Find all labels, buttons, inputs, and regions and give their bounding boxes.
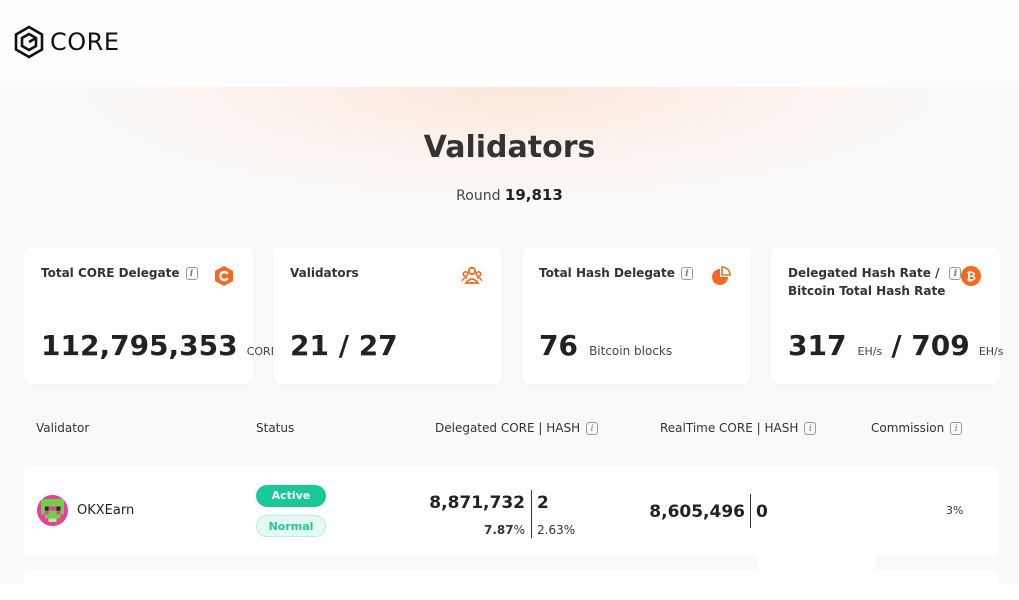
info-icon[interactable]: i xyxy=(586,422,599,435)
total-hash-rate-unit: EH/s xyxy=(978,345,1004,358)
svg-text:₿: ₿ xyxy=(966,270,976,284)
hash-rate-unit: EH/s xyxy=(857,345,883,358)
header-realtime[interactable]: RealTime CORE | HASH i xyxy=(660,421,817,435)
delegated-hash-value: 2 xyxy=(537,493,549,513)
status-badge-active: Active xyxy=(256,485,326,507)
realtime-hash-value: 0 xyxy=(756,502,768,522)
page-title: Validators xyxy=(423,130,596,165)
delegated-hash-percent: 2.63% xyxy=(537,523,576,537)
info-icon[interactable]: i xyxy=(950,422,963,435)
total-hash-rate-value: / 709 xyxy=(891,329,970,362)
commission-value: 3% xyxy=(946,504,964,517)
top-header: CORE xyxy=(0,0,1019,87)
round-value: 19,813 xyxy=(504,186,563,204)
row-fragment xyxy=(758,556,876,584)
info-icon[interactable]: i xyxy=(680,267,693,280)
header-realtime-label: RealTime CORE | HASH xyxy=(660,421,799,435)
header-delegated-label: Delegated CORE | HASH xyxy=(435,421,581,435)
round-indicator: Round 19,813 xyxy=(0,186,1019,204)
header-delegated[interactable]: Delegated CORE | HASH i xyxy=(435,421,599,435)
pie-chart-icon xyxy=(712,266,731,285)
card-label-line1: Delegated Hash Rate / xyxy=(788,266,940,280)
brand-logo[interactable]: CORE xyxy=(13,25,120,59)
bitcoin-icon: ₿ xyxy=(961,266,981,286)
round-label: Round xyxy=(456,188,501,204)
card-label-line2: Bitcoin Total Hash Rate xyxy=(788,284,946,298)
stat-card-total-core-delegate: Total CORE Delegate i 112,795,353 CORE xyxy=(24,247,278,384)
card-value: 112,795,353 xyxy=(41,329,238,362)
status-badge-normal: Normal xyxy=(256,515,326,537)
users-icon xyxy=(461,266,483,284)
delegated-core-percent: 7.87% xyxy=(484,523,525,537)
header-validator[interactable]: Validator xyxy=(36,421,89,435)
divider xyxy=(750,494,751,528)
validator-name[interactable]: OKXEarn xyxy=(77,503,134,518)
info-icon[interactable]: i xyxy=(804,422,817,435)
stat-card-validators: Validators 21 / 27 xyxy=(273,247,502,384)
delegated-core-value: 8,871,732 xyxy=(429,493,525,513)
hash-rate-value: 317 xyxy=(788,329,847,362)
card-label: Validators xyxy=(290,266,359,280)
card-unit: Bitcoin blocks xyxy=(589,344,673,358)
card-value: 21 / 27 xyxy=(290,329,398,362)
card-label: Total Hash Delegate xyxy=(539,266,675,280)
card-label: Total CORE Delegate xyxy=(41,266,180,280)
realtime-core-value: 8,605,496 xyxy=(649,502,745,522)
core-hexagon-logo-icon xyxy=(14,25,44,59)
brand-name: CORE xyxy=(50,28,120,56)
delegated-core-pct-number: 7.87 xyxy=(483,523,514,537)
card-value: 76 xyxy=(539,329,578,362)
stat-card-hash-rate: Delegated Hash Rate / i Bitcoin Total Has… xyxy=(771,247,1004,384)
header-status[interactable]: Status xyxy=(256,421,294,435)
stat-card-total-hash-delegate: Total Hash Delegate i 76 Bitcoin blocks xyxy=(522,247,751,384)
core-c-icon xyxy=(215,266,233,286)
table-row[interactable]: OKXEarn Active Normal 8,871,732 2 7.87% … xyxy=(24,466,999,556)
info-icon[interactable]: i xyxy=(185,267,198,280)
header-commission[interactable]: Commission i xyxy=(871,421,963,435)
pct-symbol: % xyxy=(513,523,525,537)
validator-avatar xyxy=(37,495,68,526)
header-commission-label: Commission xyxy=(871,421,945,435)
divider xyxy=(531,490,532,538)
